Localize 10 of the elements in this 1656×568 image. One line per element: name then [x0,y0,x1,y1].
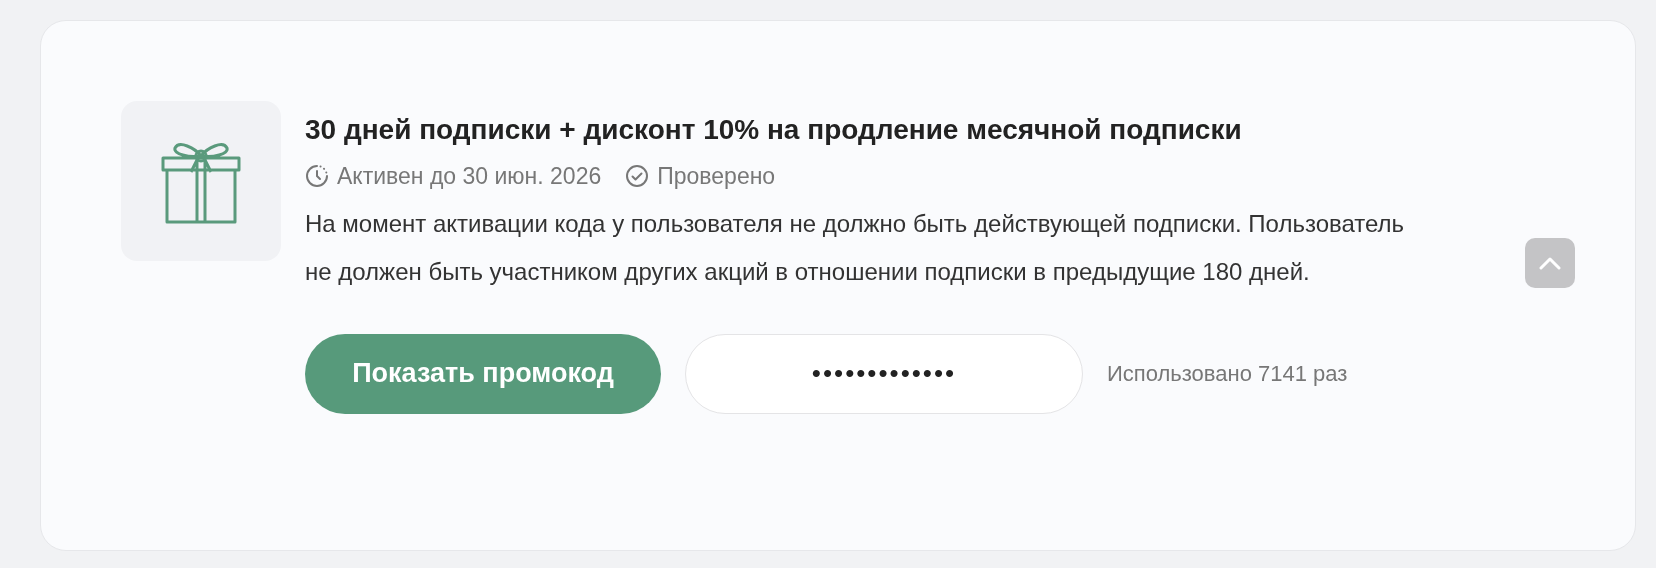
chevron-up-icon [1538,255,1562,270]
clock-icon [305,164,329,189]
validity-text: Активен до 30 июн. 2026 [337,162,602,191]
collapse-button[interactable] [1525,237,1575,288]
code-field: ••••••••••••• [685,333,1083,414]
offer-title: 30 дней подписки + дисконт 10% на продление месячной подписки [305,113,1243,147]
verified-label: Проверено [657,162,776,191]
show-code-button[interactable]: Показать промокод [305,333,661,414]
offer-description: На момент активации кода у пользователя не должно быть действующей подписки. Пользователь не должен быть участником других акций в отношении подписки в предыдущие 180 дней. [305,208,1406,287]
usage-count: Использовано 7141 раз [1107,360,1348,388]
